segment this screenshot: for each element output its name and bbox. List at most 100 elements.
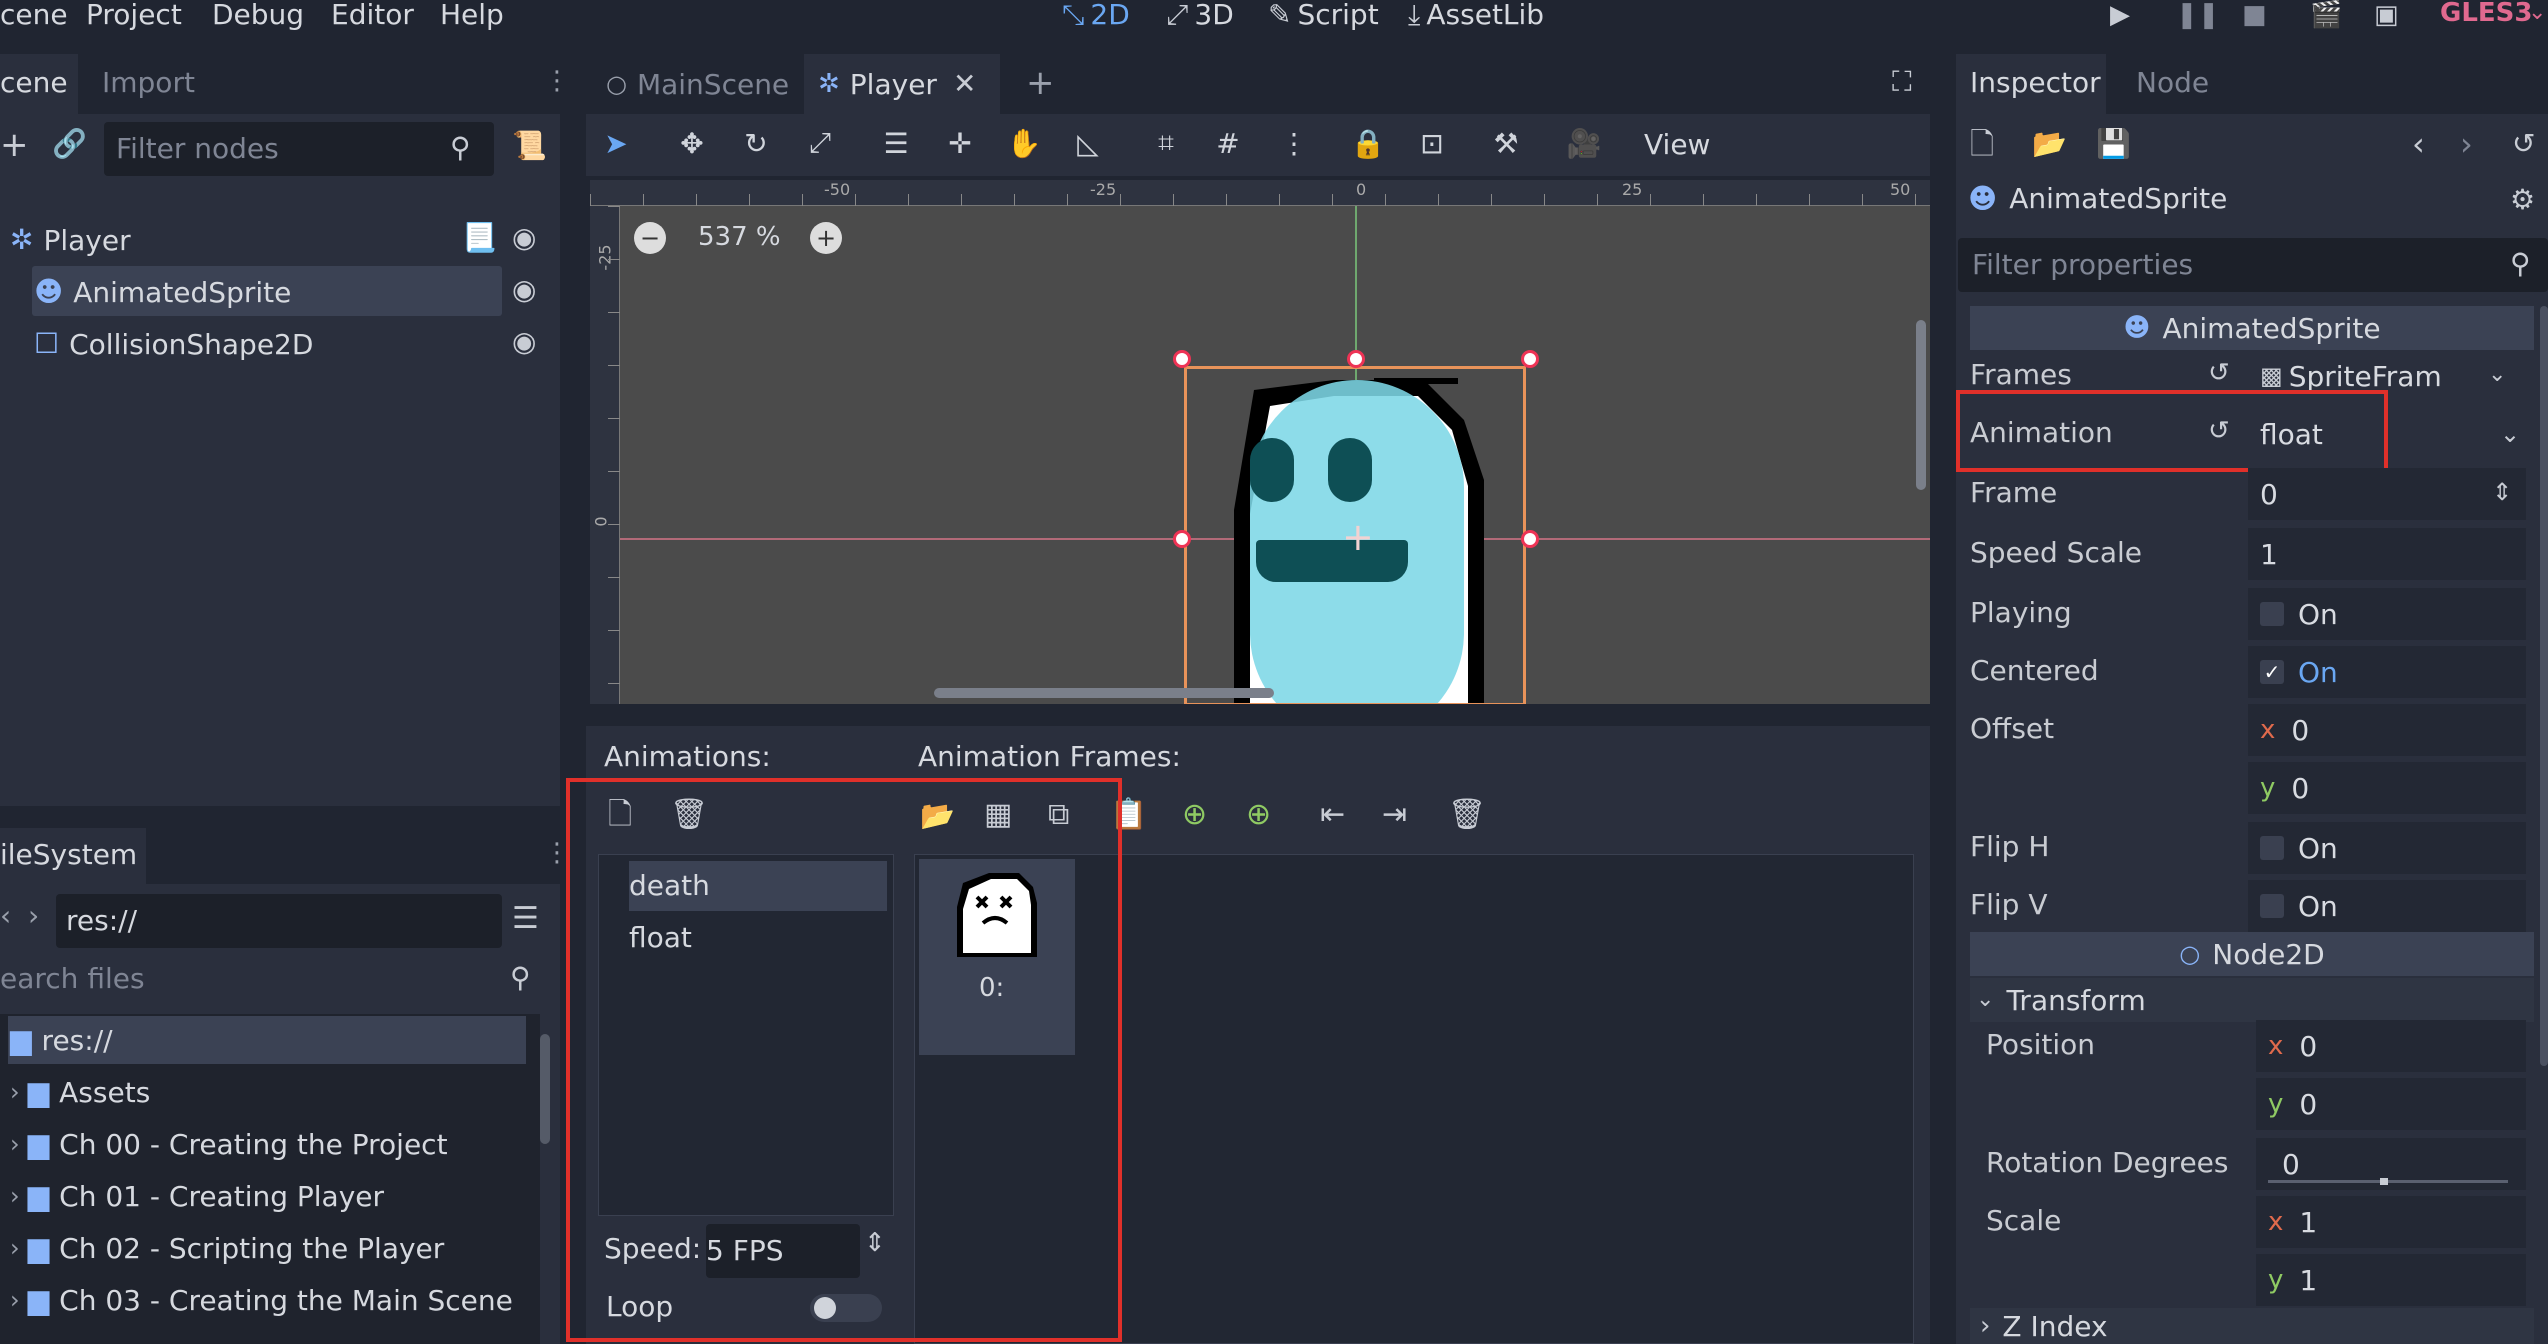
group-z-index[interactable]: › Z Index	[1970, 1308, 2534, 1344]
tree-node-player[interactable]: ✲ Player 📃 ◉	[0, 214, 560, 266]
fullscreen-icon[interactable]: ⛶	[1892, 68, 1912, 96]
prop-frames-value[interactable]: ▩ SpriteFram ⌄	[2248, 350, 2526, 402]
pivot-cross-icon[interactable]: +	[1342, 518, 1374, 556]
smart-snap-icon[interactable]: ⌗	[1146, 118, 1186, 168]
tree-node-animatedsprite[interactable]: ☻ AnimatedSprite ◉	[0, 266, 560, 318]
grid-snap-icon[interactable]: #	[1208, 118, 1248, 168]
open-resource-icon[interactable]: 📂	[2032, 130, 2067, 158]
tab-import[interactable]: Import	[102, 66, 195, 99]
tab-player[interactable]: ✲ Player ✕	[804, 54, 1000, 114]
scale-tool-icon[interactable]: ⤢	[800, 118, 840, 168]
more-options-icon[interactable]: ⋮	[1274, 118, 1314, 168]
viewport-canvas[interactable]: -50 -25 0 25 50 -25 0 − 537 % + +	[590, 180, 1930, 704]
group-icon[interactable]: ⊡	[1412, 118, 1452, 168]
prop-position-y[interactable]: y 0	[2256, 1078, 2526, 1130]
history-back-icon[interactable]: ‹	[2412, 128, 2425, 160]
prop-playing-checkbox[interactable]: On	[2248, 588, 2526, 640]
paste-frame-icon[interactable]: 📋	[1110, 800, 1147, 830]
loop-toggle[interactable]	[810, 1294, 882, 1322]
tab-inspector[interactable]: Inspector	[1956, 54, 2106, 114]
tab-node[interactable]: Node	[2136, 66, 2209, 99]
handle-ml[interactable]	[1173, 530, 1191, 548]
menu-scene[interactable]: cene	[0, 0, 68, 31]
prop-flip-h-checkbox[interactable]: On	[2248, 822, 2526, 874]
chevron-right-icon[interactable]: ›	[10, 1080, 20, 1104]
menu-editor[interactable]: Editor	[331, 0, 414, 31]
zoom-level[interactable]: 537 %	[698, 222, 781, 252]
viewport-scrollbar-h[interactable]	[934, 688, 1274, 698]
zoom-in-icon[interactable]: +	[810, 222, 842, 254]
dock-menu-icon[interactable]: ⋮	[544, 840, 570, 866]
select-tool-icon[interactable]: ➤	[596, 118, 636, 168]
prop-scale-x[interactable]: x 1	[2256, 1196, 2526, 1248]
insert-empty-before-icon[interactable]: ⊕	[1182, 800, 1207, 830]
fs-item-ch02[interactable]: › ▆ Ch 02 - Scripting the Player	[0, 1222, 540, 1274]
load-frames-icon[interactable]: 📂	[920, 802, 955, 830]
workspace-assetlib-button[interactable]: ⤓ AssetLib	[1408, 0, 1544, 31]
handle-tl[interactable]	[1173, 350, 1191, 368]
prop-rotation-slider[interactable]: 0	[2256, 1138, 2526, 1190]
fs-scrollbar[interactable]	[540, 1034, 550, 1144]
menu-help[interactable]: Help	[440, 0, 504, 31]
tab-filesystem[interactable]: ileSystem	[0, 828, 146, 884]
prop-speed-scale-value[interactable]: 1	[2248, 528, 2526, 580]
new-resource-icon[interactable]: 🗋	[1970, 130, 1994, 160]
insert-empty-after-icon[interactable]: ⊕	[1246, 800, 1271, 830]
workspace-script-button[interactable]: ✎ Script	[1268, 0, 1379, 31]
view-menu[interactable]: View	[1644, 128, 1710, 161]
revert-icon[interactable]: ↺	[2208, 360, 2230, 386]
link-icon[interactable]: 🔗	[52, 130, 87, 158]
section-node2d[interactable]: ○ Node2D	[1970, 932, 2534, 976]
menu-project[interactable]: Project	[86, 0, 182, 31]
chevron-down-icon[interactable]: ⌄	[2488, 364, 2506, 386]
add-tab-icon[interactable]: +	[1026, 66, 1055, 100]
script-attached-icon[interactable]: 📃	[462, 224, 497, 252]
chevron-right-icon[interactable]: ›	[10, 1288, 20, 1312]
split-view-icon[interactable]: ☰	[512, 904, 539, 934]
search-files-input[interactable]: earch files ⚲	[0, 954, 560, 1006]
prop-offset-x[interactable]: x 0	[2248, 704, 2526, 756]
menu-debug[interactable]: Debug	[212, 0, 304, 31]
close-icon[interactable]: ✕	[953, 70, 976, 98]
delete-animation-icon[interactable]: 🗑	[670, 800, 708, 830]
chevron-right-icon[interactable]: ›	[10, 1132, 20, 1156]
add-script-icon[interactable]: 📜	[512, 132, 547, 160]
history-icon[interactable]: ↺	[2512, 130, 2535, 158]
animation-item-death[interactable]: death	[629, 861, 887, 911]
dock-menu-icon[interactable]: ⋮	[544, 68, 570, 94]
pause-icon[interactable]: ❚❚	[2176, 2, 2220, 28]
inspected-object[interactable]: ☻ AnimatedSprite	[1968, 182, 2227, 215]
prop-offset-y[interactable]: y 0	[2248, 762, 2526, 814]
bone-icon[interactable]: ⚒	[1486, 118, 1526, 168]
stop-icon[interactable]: ■	[2242, 2, 2267, 28]
prop-centered-checkbox[interactable]: ✓ On	[2248, 646, 2526, 698]
filter-properties-input[interactable]: Filter properties ⚲	[1958, 238, 2548, 292]
speed-spinbox[interactable]: 5 FPS	[706, 1224, 860, 1278]
chevron-right-icon[interactable]: ›	[10, 1236, 20, 1260]
add-node-icon[interactable]: +	[0, 128, 29, 162]
fs-item-ch00[interactable]: › ▆ Ch 00 - Creating the Project	[0, 1118, 540, 1170]
filter-nodes-input[interactable]: Filter nodes ⚲	[104, 122, 494, 176]
camera-icon[interactable]: 🎥	[1564, 118, 1604, 168]
play-scene-icon[interactable]: 🎬	[2310, 2, 2342, 28]
workspace-3d-button[interactable]: ⤢ 3D	[1166, 0, 1234, 31]
frame-item[interactable]: 0:	[919, 859, 1075, 1055]
move-frame-left-icon[interactable]: ⇤	[1320, 800, 1345, 830]
pan-tool-icon[interactable]: ✋	[1004, 118, 1044, 168]
lock-icon[interactable]: 🔒	[1348, 118, 1388, 168]
save-resource-icon[interactable]: 💾	[2096, 130, 2131, 158]
copy-frame-icon[interactable]: ⧉	[1048, 800, 1069, 830]
object-properties-icon[interactable]: ⚙	[2510, 186, 2535, 214]
move-frame-right-icon[interactable]: ⇥	[1382, 800, 1407, 830]
play-icon[interactable]: ▶	[2110, 2, 2130, 28]
tree-node-collisionshape2d[interactable]: ☐ CollisionShape2D ◉	[0, 318, 560, 370]
handle-mr[interactable]	[1521, 530, 1539, 548]
new-animation-icon[interactable]: 🗋	[608, 800, 632, 830]
prop-flip-v-checkbox[interactable]: On	[2248, 880, 2526, 932]
tab-mainscene[interactable]: ○ MainScene	[586, 54, 802, 114]
visibility-eye-icon[interactable]: ◉	[512, 224, 536, 252]
spin-arrows-icon[interactable]: ⇕	[2492, 480, 2512, 504]
list-select-icon[interactable]: ☰	[876, 118, 916, 168]
history-forward-icon[interactable]: ›	[2460, 128, 2473, 160]
fs-item-assets[interactable]: › ▆ Assets	[0, 1066, 540, 1118]
